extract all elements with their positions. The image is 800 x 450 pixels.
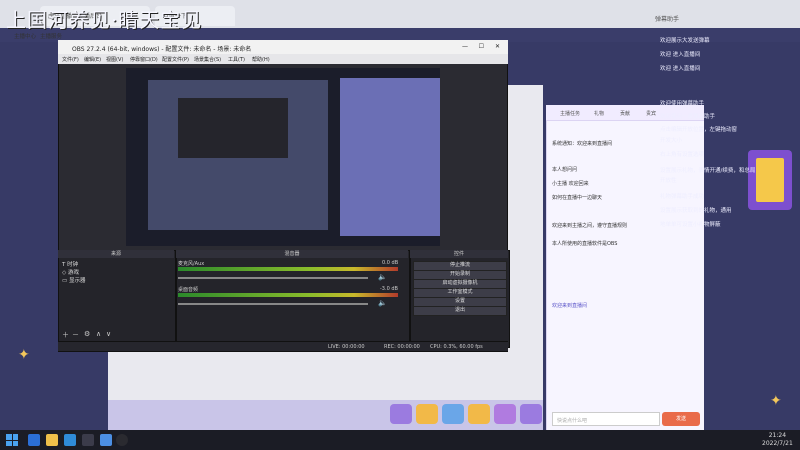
- source-label: 显示器: [68, 278, 86, 284]
- mixer-track-label: 麦克风/Aux: [178, 261, 205, 267]
- speaker-icon[interactable]: 🔈: [378, 273, 387, 281]
- assistant-line: 欢迎使用弹幕助手: [660, 101, 705, 107]
- mixer-db: 0.0 dB: [382, 260, 399, 266]
- windows-start-icon[interactable]: [6, 434, 18, 446]
- controls-dock-title: 控件: [410, 250, 508, 258]
- folder-icon[interactable]: [46, 434, 58, 446]
- chat-tab[interactable]: 礼物: [594, 110, 604, 117]
- assistant-line: 地单单可设置小礼物屏蔽: [660, 222, 721, 228]
- obs-icon[interactable]: [116, 434, 128, 446]
- obs-title-bar: OBS 27.2.4 (64-bit, windows) - 配置文件: 未命名…: [58, 40, 508, 54]
- assistant-line: 开放性: [660, 178, 677, 184]
- assistant-line: 设置展示礼物，表情开通/续费，和总局: [660, 168, 756, 174]
- gift-icon[interactable]: [416, 404, 438, 424]
- mixer-dock: [176, 250, 410, 348]
- close-icon[interactable]: ✕: [495, 43, 500, 50]
- audio-meter: [178, 267, 398, 271]
- add-source-icon[interactable]: ＋: [62, 330, 69, 340]
- gift-icon[interactable]: [520, 404, 542, 424]
- chevron-down-icon[interactable]: ∨: [106, 330, 111, 338]
- source-item[interactable]: ▭ 显示器: [62, 276, 85, 284]
- chat-input[interactable]: 快说点什么吧: [552, 412, 660, 426]
- assistant-line: 欢迎 进入直播间: [660, 66, 701, 72]
- assistant-line: 点击编辑开放位置，左键拖动窗: [660, 127, 738, 133]
- cpu-fps: CPU: 0.3%, 60.00 fps: [430, 344, 483, 350]
- source-item[interactable]: T 时钟: [62, 260, 78, 268]
- app-icon[interactable]: [100, 434, 112, 446]
- menu-item[interactable]: 编辑(E): [84, 56, 101, 63]
- speaker-icon[interactable]: 🔈: [378, 299, 387, 307]
- audio-meter: [178, 293, 398, 297]
- mixer-db: -3.0 dB: [380, 286, 398, 292]
- obs-title: OBS 27.2.4 (64-bit, windows) - 配置文件: 未命名…: [72, 46, 252, 53]
- menu-item[interactable]: 文件(F): [62, 56, 79, 63]
- menu-item[interactable]: 工具(T): [228, 56, 245, 63]
- gift-icon[interactable]: [390, 404, 412, 424]
- chat-tab[interactable]: 贡献: [620, 110, 630, 117]
- sources-dock-title: 来源: [58, 250, 174, 258]
- edge-browser-icon[interactable]: [64, 434, 76, 446]
- app-icon[interactable]: [82, 434, 94, 446]
- chat-tab[interactable]: 主播任务: [560, 110, 580, 117]
- taskbar-clock[interactable]: 21:24 2022/7/21: [762, 432, 793, 448]
- clock-date: 2022/7/21: [762, 440, 793, 447]
- monitor-source-icon: ▭: [62, 278, 69, 284]
- promo-image: [756, 158, 784, 202]
- gift-icon[interactable]: [442, 404, 464, 424]
- volume-slider[interactable]: [178, 277, 368, 279]
- assistant-title: 弹幕助手: [655, 16, 680, 23]
- chevron-up-icon[interactable]: ∧: [96, 330, 101, 338]
- assistant-line: 欢迎展示大发送弹幕: [660, 38, 710, 44]
- obs-menu-bar: 文件(F) 编辑(E) 视图(V) 停靠窗口(D) 配置文件(P) 场景集合(S…: [58, 54, 508, 64]
- bookmark-item[interactable]: 主播服务: [40, 32, 62, 40]
- obs-status-bar: LIVE: 00:00:00 REC: 00:00:00 CPU: 0.3%, …: [58, 341, 508, 351]
- sparkle-icon: ✦: [18, 347, 30, 363]
- menu-item[interactable]: 帮助(H): [252, 56, 270, 63]
- mixer-track-label: 桌面音频: [178, 287, 199, 293]
- send-button[interactable]: 发送: [662, 412, 700, 426]
- chat-tab[interactable]: 贵宾: [646, 110, 656, 117]
- menu-item[interactable]: 场景集合(S): [194, 56, 221, 63]
- search-icon[interactable]: [28, 434, 40, 446]
- minimize-icon[interactable]: —: [462, 43, 468, 50]
- volume-slider[interactable]: [178, 303, 368, 305]
- assistant-line: 右上角有设置选项: [660, 152, 705, 158]
- maximize-icon[interactable]: ☐: [479, 43, 484, 50]
- assistant-line: 欢迎 进入直播间: [660, 52, 701, 58]
- live-timer: LIVE: 00:00:00: [328, 344, 365, 350]
- sparkle-icon: ✦: [770, 393, 782, 409]
- chat-message: 欢迎来到直播间: [552, 303, 588, 309]
- exit-button[interactable]: 退出: [413, 306, 507, 316]
- remove-source-icon[interactable]: －: [72, 330, 79, 340]
- menu-item[interactable]: 停靠窗口(D): [130, 56, 158, 63]
- bookmark-item[interactable]: 主播中心: [14, 32, 36, 40]
- assistant-line: 礼物弹幕助手成功: [660, 194, 705, 200]
- gear-icon[interactable]: ⚙: [84, 330, 90, 338]
- clock-time: 21:24: [768, 432, 787, 439]
- chat-message: 本人所使用的直播软件是OBS: [552, 241, 618, 247]
- preview-nested-window: [178, 98, 288, 158]
- mixer-dock-title: 混音器: [176, 250, 408, 258]
- source-item[interactable]: ◇ 游戏: [62, 268, 79, 276]
- menu-item[interactable]: 视图(V): [106, 56, 123, 63]
- stream-title-overlay: 上国河养见·睛天宝见: [6, 8, 203, 32]
- assistant-line: 欢迎使用一意弹幕助手: [660, 114, 716, 120]
- gift-icon[interactable]: [468, 404, 490, 424]
- assistant-line: 设置展示获取到的礼物，通用: [660, 208, 732, 214]
- assistant-line: 开发大小: [660, 138, 683, 144]
- menu-item[interactable]: 配置文件(P): [162, 56, 189, 63]
- preview-nested-site: [340, 78, 440, 236]
- gift-icon[interactable]: [494, 404, 516, 424]
- rec-timer: REC: 00:00:00: [384, 344, 420, 350]
